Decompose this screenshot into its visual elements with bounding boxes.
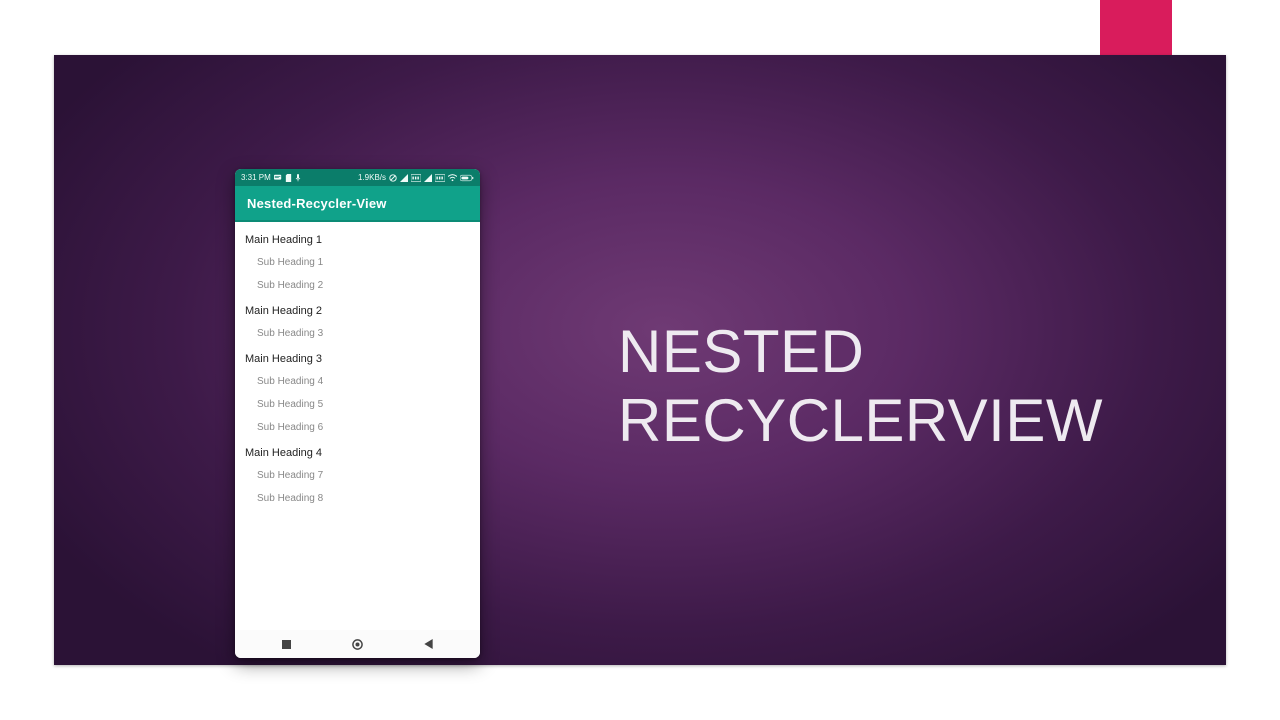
status-net-speed: 1.9KB/s (358, 173, 386, 182)
slide-title: NESTED RECYCLERVIEW (618, 317, 1103, 455)
list-item[interactable]: Sub Heading 7 (235, 464, 480, 487)
triangle-left-icon (424, 639, 433, 649)
list-item[interactable]: Sub Heading 5 (235, 393, 480, 416)
mic-icon (295, 174, 301, 182)
signal-1-icon (400, 174, 408, 182)
battery-icon (460, 174, 474, 182)
signal-2-icon (424, 174, 432, 182)
list-item[interactable]: Main Heading 2 (235, 297, 480, 322)
square-icon (282, 640, 291, 649)
list-item[interactable]: Sub Heading 4 (235, 370, 480, 393)
android-nav-bar (235, 630, 480, 658)
back-button[interactable] (409, 634, 449, 654)
list-item[interactable]: Main Heading 3 (235, 345, 480, 370)
volte-2-icon (435, 174, 445, 182)
list-item[interactable]: Sub Heading 6 (235, 416, 480, 439)
wifi-icon (448, 174, 457, 182)
home-button[interactable] (338, 634, 378, 654)
sd-card-icon (285, 174, 292, 182)
app-title: Nested-Recycler-View (247, 196, 387, 211)
list-item[interactable]: Main Heading 4 (235, 439, 480, 464)
list-item[interactable]: Sub Heading 8 (235, 487, 480, 510)
title-line-1: NESTED (618, 317, 1103, 386)
list-item[interactable]: Sub Heading 2 (235, 274, 480, 297)
title-line-2: RECYCLERVIEW (618, 386, 1103, 455)
list-item[interactable]: Sub Heading 3 (235, 322, 480, 345)
phone-mockup: 3:31 PM 1.9KB/s Nested-Recycler-View Mai… (235, 169, 480, 658)
volte-icon (411, 174, 421, 182)
list-item[interactable]: Main Heading 1 (235, 226, 480, 251)
recycler-list[interactable]: Main Heading 1 Sub Heading 1 Sub Heading… (235, 222, 480, 630)
list-item[interactable]: Sub Heading 1 (235, 251, 480, 274)
app-bar: Nested-Recycler-View (235, 186, 480, 220)
recents-button[interactable] (266, 634, 306, 654)
status-bar: 3:31 PM 1.9KB/s (235, 169, 480, 186)
circle-icon (352, 639, 363, 650)
slide-background: 3:31 PM 1.9KB/s Nested-Recycler-View Mai… (54, 55, 1226, 665)
dnd-icon (389, 174, 397, 182)
status-time: 3:31 PM (241, 173, 271, 182)
message-icon (274, 174, 282, 182)
